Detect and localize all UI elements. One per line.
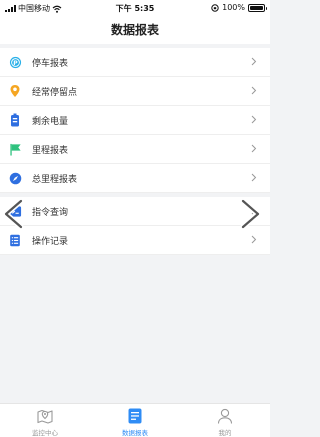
- flag-icon: [8, 142, 22, 156]
- nav-bar: 数据报表: [0, 16, 270, 44]
- chevron-right-icon: [251, 86, 257, 95]
- chevron-right-icon: [251, 115, 257, 124]
- bottom-tab-bar: 监控中心 数据报表 我的: [0, 403, 270, 437]
- menu-item-frequent-stops[interactable]: 经常停留点: [0, 77, 270, 106]
- chevron-right-icon: [251, 173, 257, 182]
- tab-data-report[interactable]: 数据报表: [90, 404, 180, 437]
- menu-label: 经常停留点: [32, 87, 78, 98]
- menu-item-operation-log[interactable]: 操作记录: [0, 226, 270, 255]
- page-title: 数据报表: [110, 23, 159, 37]
- chevron-right-icon: [251, 57, 257, 66]
- battery-icon: [8, 113, 22, 127]
- tab-monitor-center[interactable]: 监控中心: [0, 404, 90, 437]
- operation-menu-list: 指令查询 操作记录: [0, 197, 270, 255]
- tab-label: 数据报表: [122, 429, 148, 437]
- battery-status-icon: [248, 3, 267, 12]
- menu-item-mileage-report[interactable]: 里程报表: [0, 135, 270, 164]
- orientation-lock-icon: [211, 3, 219, 12]
- menu-item-total-mileage-report[interactable]: 总里程报表: [0, 164, 270, 193]
- report-menu-list: P 停车报表 经常停留点 剩余电量 里程报表 总里程报表: [0, 48, 270, 193]
- report-icon: [128, 408, 142, 424]
- map-location-icon: [37, 409, 53, 424]
- menu-label: 总里程报表: [32, 174, 78, 185]
- menu-label: 里程报表: [32, 145, 69, 156]
- chevron-right-icon: [251, 235, 257, 244]
- compass-icon: [8, 171, 22, 185]
- menu-label: 停车报表: [32, 58, 69, 69]
- location-pin-icon: [8, 84, 22, 98]
- menu-item-remaining-battery[interactable]: 剩余电量: [0, 106, 270, 135]
- svg-text:P: P: [13, 59, 18, 66]
- tab-label: 我的: [218, 429, 232, 437]
- menu-item-command-query[interactable]: 指令查询: [0, 197, 270, 226]
- chevron-right-icon: [251, 144, 257, 153]
- status-right: 100%: [211, 3, 267, 12]
- list-icon: [8, 233, 22, 247]
- menu-label: 剩余电量: [32, 116, 69, 127]
- parking-icon: P: [8, 55, 22, 69]
- next-arrow-button[interactable]: [238, 198, 264, 230]
- previous-arrow-button[interactable]: [0, 198, 26, 230]
- battery-percent: 100%: [222, 3, 245, 12]
- menu-item-parking-report[interactable]: P 停车报表: [0, 48, 270, 77]
- user-icon: [217, 408, 233, 424]
- tab-mine[interactable]: 我的: [180, 404, 270, 437]
- menu-label: 指令查询: [32, 207, 69, 218]
- status-bar: 中国移动 下午 5:35 100%: [0, 0, 270, 16]
- tab-label: 监控中心: [32, 429, 58, 437]
- menu-label: 操作记录: [32, 236, 69, 247]
